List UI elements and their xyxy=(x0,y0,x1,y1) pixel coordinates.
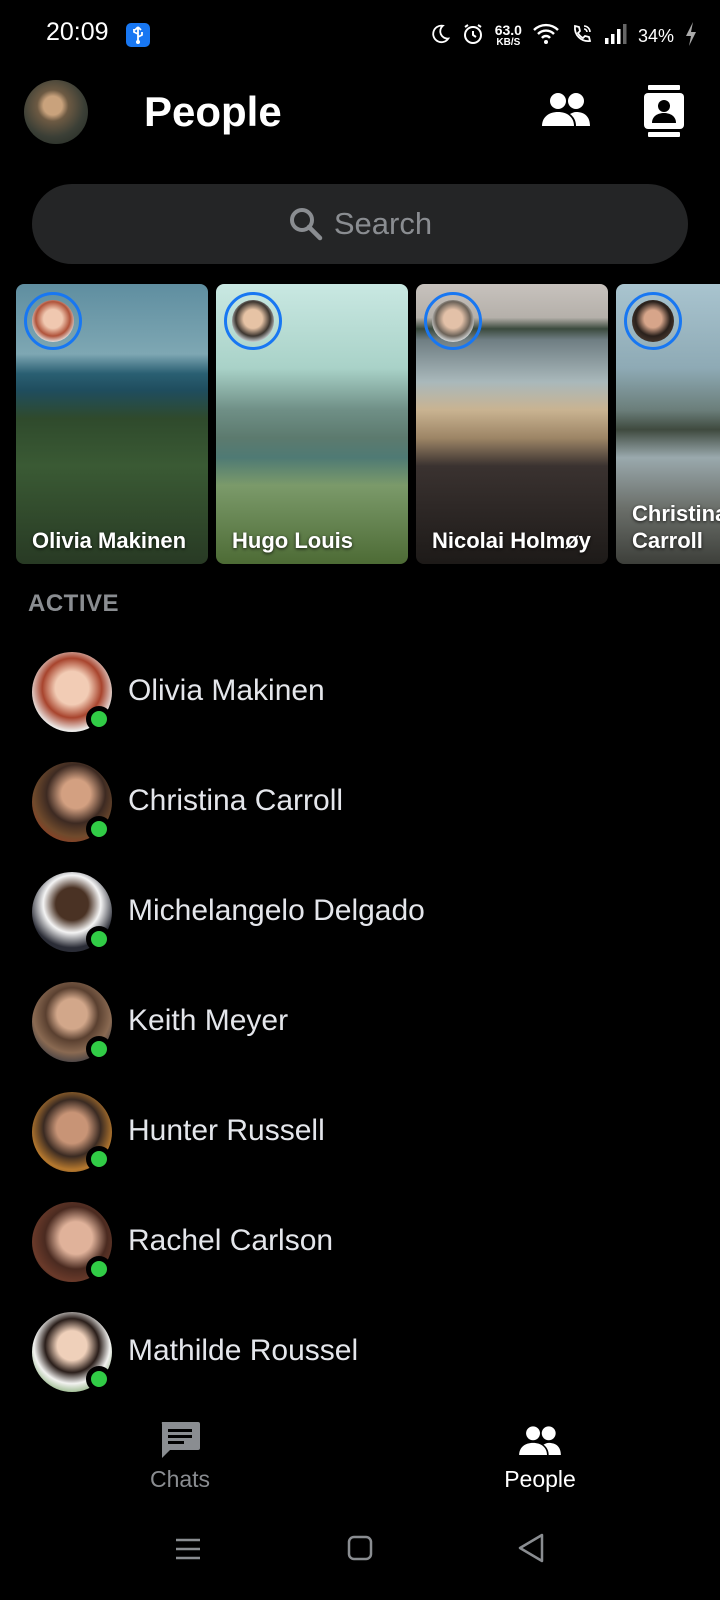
person-name: Rachel Carlson xyxy=(128,1224,334,1257)
moon-icon xyxy=(429,23,451,50)
online-indicator xyxy=(86,926,112,952)
tab-people[interactable]: People xyxy=(450,1400,630,1506)
story-avatar xyxy=(32,300,74,342)
tab-chats-label: Chats xyxy=(149,1466,211,1492)
active-section-label: ACTIVE xyxy=(28,590,120,617)
online-indicator xyxy=(86,1366,112,1392)
battery-level: 34% xyxy=(637,25,674,46)
stories-carousel[interactable]: Olivia Makinen Hugo Louis Nicolai Holmøy… xyxy=(16,284,720,564)
home-icon[interactable] xyxy=(346,1534,374,1562)
net-speed-unit: KB/S xyxy=(496,37,521,48)
tab-chats[interactable]: Chats xyxy=(90,1400,270,1506)
signal-icon xyxy=(604,23,628,50)
charging-icon xyxy=(684,21,698,52)
story-name: Hugo Louis xyxy=(232,528,353,553)
story-avatar xyxy=(632,300,674,342)
wifi-icon xyxy=(532,22,560,51)
story-avatar-ring xyxy=(224,292,282,350)
active-person-row[interactable]: Michelangelo Delgado xyxy=(0,860,720,970)
online-indicator xyxy=(86,1256,112,1282)
person-name: Mathilde Roussel xyxy=(128,1334,359,1367)
story-card[interactable]: Nicolai Holmøy xyxy=(416,284,608,564)
search-icon xyxy=(289,208,323,241)
network-speed: 63.0 KB/S xyxy=(494,22,522,48)
active-person-row[interactable]: Olivia Makinen xyxy=(0,640,720,750)
online-indicator xyxy=(86,706,112,732)
net-speed-value: 63.0 xyxy=(494,22,522,38)
people-icon xyxy=(542,93,590,126)
story-avatar-ring xyxy=(24,292,82,350)
status-icons: 63.0 KB/S 34% xyxy=(429,20,698,52)
tab-people-label: People xyxy=(504,1466,576,1492)
people-icon xyxy=(519,1426,561,1456)
online-indicator xyxy=(86,1146,112,1172)
active-person-row[interactable]: Christina Carroll xyxy=(0,750,720,860)
story-name: Christina Carroll xyxy=(632,501,720,553)
story-avatar xyxy=(232,300,274,342)
active-person-row[interactable]: Keith Meyer xyxy=(0,970,720,1080)
chat-bubble-icon xyxy=(161,1422,200,1458)
bottom-nav: Chats People xyxy=(0,1400,720,1506)
story-name: Olivia Makinen xyxy=(32,528,187,553)
status-bar: 20:09 63.0 KB/S 34% xyxy=(0,0,720,72)
person-name: Christina Carroll xyxy=(128,784,344,817)
contacts-button[interactable] xyxy=(640,84,688,138)
friend-requests-button[interactable] xyxy=(540,88,592,134)
search-placeholder: Search xyxy=(333,206,433,241)
story-avatar-ring xyxy=(624,292,682,350)
active-people-list: Olivia Makinen Christina Carroll Michela… xyxy=(0,640,720,1400)
recents-icon[interactable] xyxy=(174,1536,202,1562)
page-title: People xyxy=(144,88,282,135)
story-card[interactable]: Olivia Makinen xyxy=(16,284,208,564)
person-name: Hunter Russell xyxy=(128,1114,325,1147)
active-person-row[interactable]: Hunter Russell xyxy=(0,1080,720,1190)
story-card[interactable]: Hugo Louis xyxy=(216,284,408,564)
story-card[interactable]: Christina Carroll xyxy=(616,284,720,564)
person-name: Michelangelo Delgado xyxy=(128,894,425,927)
alarm-icon xyxy=(461,22,485,51)
status-time: 20:09 xyxy=(46,18,109,46)
person-name: Olivia Makinen xyxy=(128,674,325,707)
person-name: Keith Meyer xyxy=(128,1004,289,1037)
usb-icon xyxy=(126,23,150,47)
online-indicator xyxy=(86,816,112,842)
search-input[interactable]: Search xyxy=(32,184,688,264)
wifi-call-icon xyxy=(570,22,594,51)
story-avatar xyxy=(432,300,474,342)
profile-avatar[interactable] xyxy=(24,80,88,144)
story-name: Nicolai Holmøy xyxy=(432,528,591,553)
system-navigation-bar xyxy=(0,1506,720,1600)
active-person-row[interactable]: Mathilde Roussel xyxy=(0,1300,720,1400)
active-person-row[interactable]: Rachel Carlson xyxy=(0,1190,720,1300)
story-avatar-ring xyxy=(424,292,482,350)
back-icon[interactable] xyxy=(516,1532,546,1564)
online-indicator xyxy=(86,1036,112,1062)
contacts-icon xyxy=(644,85,684,137)
